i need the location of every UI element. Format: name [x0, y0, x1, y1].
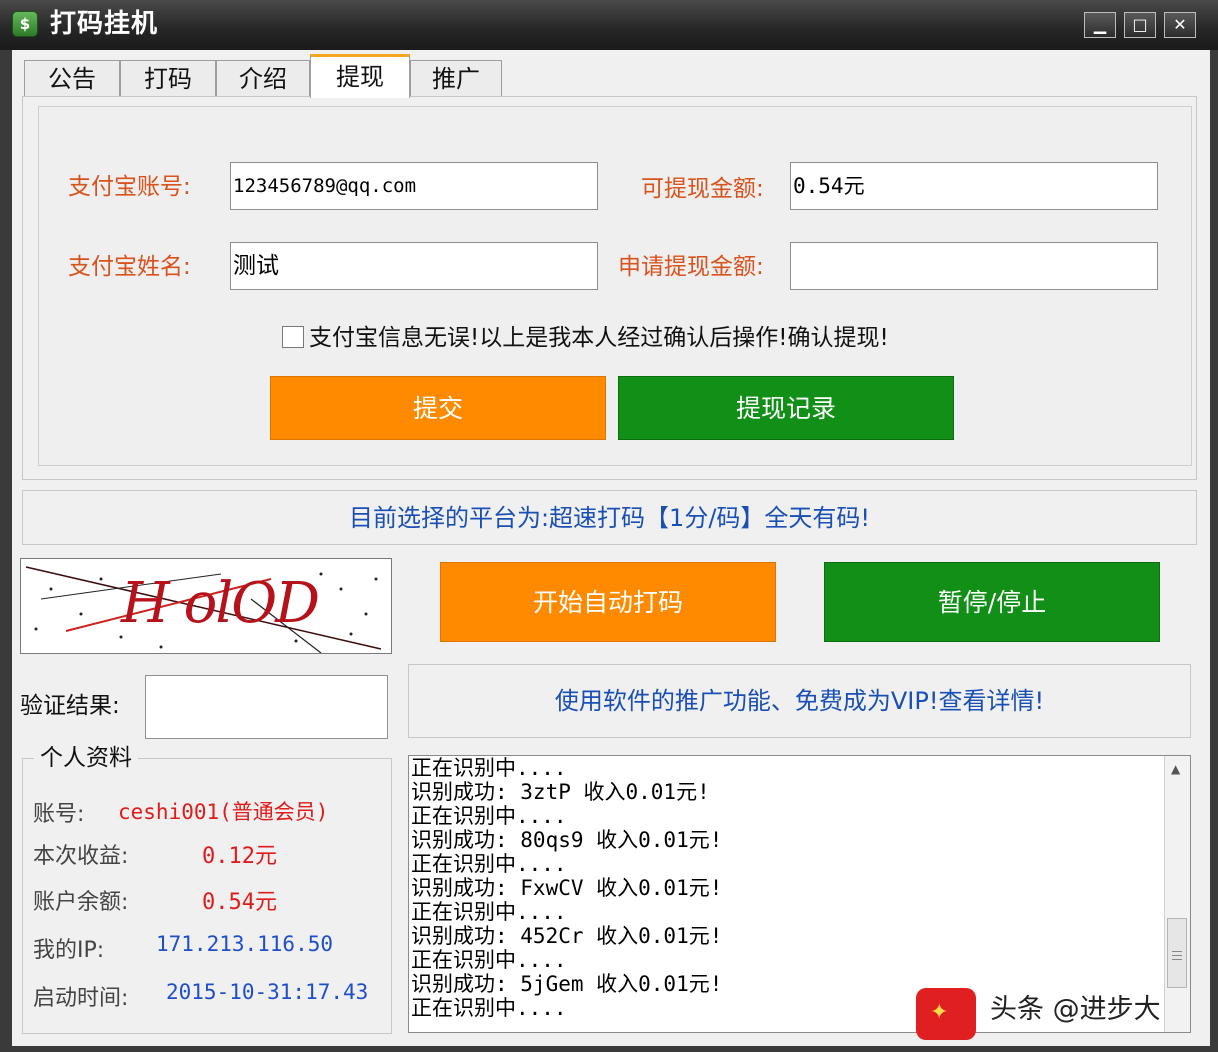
scroll-thumb[interactable] [1167, 918, 1187, 988]
submit-button[interactable]: 提交 [270, 376, 606, 440]
title-bar[interactable]: $ 打码挂机 ▁ □ ✕ [0, 0, 1218, 50]
log-line: 正在识别中.... [411, 852, 567, 876]
ip-label: 我的IP: [33, 938, 105, 963]
start-time-value: 2015-10-31:17.43 [166, 980, 369, 1004]
log-line: 正在识别中.... [411, 948, 567, 972]
tab-promotion[interactable]: 推广 [410, 60, 502, 96]
captcha-text: H olOD [121, 571, 320, 636]
balance-label: 账户余额: [33, 890, 129, 915]
apply-amount-input[interactable] [790, 242, 1158, 290]
session-income-value: 0.12元 [202, 844, 277, 869]
window-title: 打码挂机 [50, 9, 159, 39]
start-auto-button[interactable]: 开始自动打码 [440, 562, 776, 642]
ip-value: 171.213.116.50 [156, 932, 334, 956]
log-line: 正在识别中.... [411, 804, 567, 828]
promo-link[interactable]: 使用软件的推广功能、免费成为VIP!查看详情! [408, 684, 1191, 718]
star-icon: ✦ [930, 1000, 949, 1025]
alipay-name-label: 支付宝姓名: [68, 254, 191, 280]
available-amount-label: 可提现金额: [641, 176, 764, 202]
captcha-image: H olOD [20, 558, 392, 654]
pause-stop-button[interactable]: 暂停/停止 [824, 562, 1160, 642]
session-income-label: 本次收益: [33, 844, 129, 869]
minimize-button[interactable]: ▁ [1084, 12, 1116, 38]
confirm-checkbox[interactable] [282, 326, 304, 348]
available-amount-field: 0.54元 [790, 162, 1158, 210]
tab-announcement[interactable]: 公告 [24, 60, 120, 96]
alipay-account-label: 支付宝账号: [68, 174, 191, 200]
alipay-name-input[interactable]: 测试 [230, 242, 598, 290]
close-button[interactable]: ✕ [1164, 12, 1196, 38]
log-line: 正在识别中.... [411, 900, 567, 924]
balance-value: 0.54元 [202, 890, 277, 915]
app-icon: $ [12, 11, 38, 37]
verify-result-label: 验证结果: [20, 693, 120, 719]
withdraw-records-button[interactable]: 提现记录 [618, 376, 954, 440]
platform-notice: 目前选择的平台为:超速打码【1分/码】全天有码! [348, 504, 871, 532]
watermark-text: 头条 @进步大 [990, 994, 1161, 1025]
tab-captcha[interactable]: 打码 [120, 60, 216, 96]
log-line: 识别成功: FxwCV 收入0.01元! [411, 876, 723, 900]
log-line: 识别成功: 3ztP 收入0.01元! [411, 780, 710, 804]
log-scrollbar[interactable]: ▲ [1164, 756, 1190, 1032]
log-lines: 正在识别中.... 识别成功: 3ztP 收入0.01元! 正在识别中.... … [411, 756, 1163, 1020]
maximize-button[interactable]: □ [1124, 12, 1156, 38]
log-line: 识别成功: 452Cr 收入0.01元! [411, 924, 723, 948]
scroll-up-icon[interactable]: ▲ [1171, 762, 1180, 776]
verify-result-field[interactable] [145, 675, 388, 739]
alipay-account-input[interactable]: 123456789@qq.com [230, 162, 598, 210]
tab-withdraw[interactable]: 提现 [310, 54, 410, 98]
confirm-text: 支付宝信息无误!以上是我本人经过确认后操作!确认提现! [309, 325, 889, 351]
log-line: 正在识别中.... [411, 756, 567, 780]
tab-intro[interactable]: 介绍 [216, 60, 310, 96]
account-label: 账号: [33, 802, 85, 827]
log-line: 识别成功: 80qs9 收入0.01元! [411, 828, 723, 852]
start-time-label: 启动时间: [33, 986, 129, 1011]
watermark-logo-icon: ✦ [916, 988, 976, 1040]
profile-title: 个人资料 [34, 742, 138, 774]
apply-amount-label: 申请提现金额: [618, 254, 764, 280]
account-value: ceshi001(普通会员) [118, 800, 329, 824]
